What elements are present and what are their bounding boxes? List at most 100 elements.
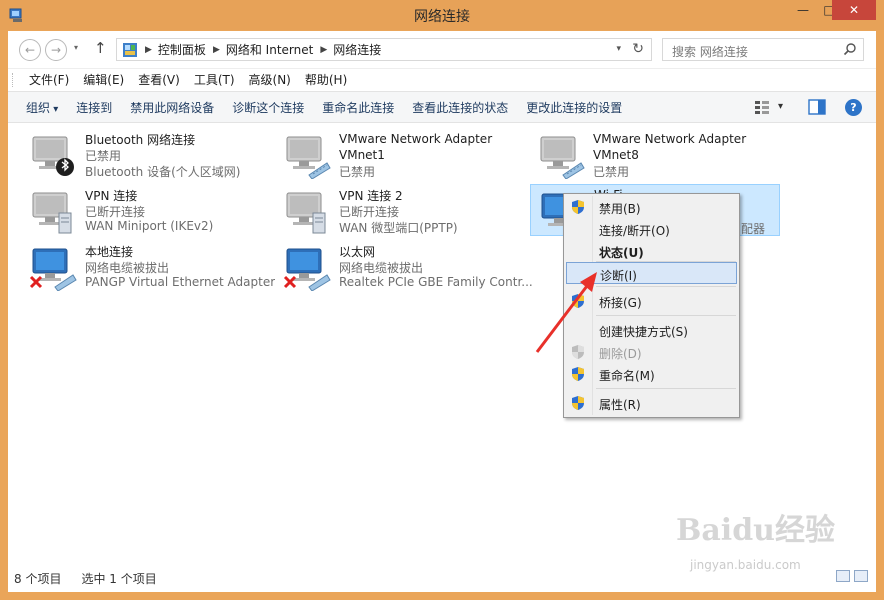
breadcrumb-separator[interactable]: ▶ xyxy=(145,45,152,55)
connection-status: 网络电缆被拔出 xyxy=(85,261,170,275)
connection-vmnet8[interactable]: VMware Network Adapter VMnet8 已禁用 xyxy=(530,128,780,180)
view-switcher xyxy=(836,570,868,582)
menu-delete[interactable]: 删除(D) xyxy=(566,341,737,363)
menu-create-shortcut[interactable]: 创建快捷方式(S) xyxy=(566,319,737,341)
connection-local[interactable]: 本地连接 网络电缆被拔出 PANGP Virtual Ethernet Adap… xyxy=(22,240,275,292)
item-count: 8 个项目 xyxy=(14,571,62,586)
refresh-button[interactable]: ↻ xyxy=(632,41,644,57)
connection-vpn[interactable]: VPN 连接 已断开连接 WAN Miniport (IKEv2) xyxy=(22,184,272,236)
menu-separator xyxy=(596,315,736,316)
menu-help[interactable]: 帮助(H) xyxy=(298,71,354,88)
connection-status: 已禁用 xyxy=(339,165,376,179)
menu-bar: 文件(F) 编辑(E) 查看(V) 工具(T) 高级(N) 帮助(H) xyxy=(8,68,876,90)
connections-list: Bluetooth 网络连接 已禁用 Bluetooth 设备(个人区域网) V… xyxy=(8,124,876,564)
change-view-icon[interactable] xyxy=(754,99,770,115)
breadcrumb-separator[interactable]: ▶ xyxy=(213,45,220,55)
search-input[interactable]: 搜索 网络连接 xyxy=(662,38,864,61)
menu-tools[interactable]: 工具(T) xyxy=(187,71,242,88)
uac-shield-icon xyxy=(572,396,584,410)
ethernet-adapter-icon xyxy=(286,136,331,179)
preview-pane-icon[interactable] xyxy=(808,99,826,115)
diagnose-connection-button[interactable]: 诊断这个连接 xyxy=(232,99,304,116)
title-bar[interactable]: 网络连接 — □ ✕ xyxy=(0,0,884,30)
menu-diagnose[interactable]: 诊断(I) xyxy=(566,262,737,284)
control-panel-icon xyxy=(123,42,137,57)
command-bar: 组织 连接到 禁用此网络设备 诊断这个连接 重命名此连接 查看此连接的状态 更改… xyxy=(8,91,876,123)
bluetooth-network-icon xyxy=(32,136,74,176)
menu-label: 诊断(I) xyxy=(600,269,637,283)
connection-bluetooth[interactable]: Bluetooth 网络连接 已禁用 Bluetooth 设备(个人区域网) xyxy=(22,128,272,180)
breadcrumb-network-internet[interactable]: 网络和 Internet xyxy=(226,41,313,58)
menu-bridge[interactable]: 桥接(G) xyxy=(566,290,737,312)
menu-edit[interactable]: 编辑(E) xyxy=(76,71,131,88)
connection-status: 已断开连接 xyxy=(339,205,400,219)
menu-properties[interactable]: 属性(R) xyxy=(566,392,737,414)
menu-advanced[interactable]: 高级(N) xyxy=(242,71,298,88)
menu-file[interactable]: 文件(F) xyxy=(22,71,76,88)
up-button[interactable]: ↑ xyxy=(94,39,107,57)
connection-status: 已禁用 xyxy=(593,165,630,179)
connection-vmnet1[interactable]: VMware Network Adapter VMnet1 已禁用 xyxy=(276,128,526,180)
recent-locations-button[interactable]: ▾ xyxy=(74,43,78,52)
navigation-row: ← → ▾ ↑ ▶ 控制面板 ▶ 网络和 Internet ▶ 网络连接 ▾ ↻ xyxy=(8,31,876,65)
connection-name: VPN 连接 xyxy=(85,189,138,203)
minimize-button[interactable]: — xyxy=(790,0,816,20)
connection-status: 已禁用 xyxy=(85,149,122,163)
context-menu: 禁用(B) 连接/断开(O) 状态(U) 诊断(I) 桥接(G) 创建快捷方式(… xyxy=(563,193,740,418)
explorer-window: 网络连接 — □ ✕ ← → ▾ ↑ ▶ 控制面板 ▶ 网络和 Internet… xyxy=(0,0,884,600)
menu-label: 状态(U) xyxy=(599,246,644,260)
connection-status: 网络电缆被拔出 xyxy=(339,261,424,275)
breadcrumb-separator[interactable]: ▶ xyxy=(320,45,327,55)
connection-name: VMware Network Adapter VMnet1 xyxy=(339,132,493,162)
connection-ethernet[interactable]: 以太网 网络电缆被拔出 Realtek PCIe GBE Family Cont… xyxy=(276,240,533,292)
details-view-icon[interactable] xyxy=(836,570,850,582)
menu-rename[interactable]: 重命名(M) xyxy=(566,363,737,385)
baidu-watermark: Baidu经验 xyxy=(676,513,835,548)
large-icons-view-icon[interactable] xyxy=(854,570,868,582)
connection-name: VPN 连接 2 xyxy=(339,189,403,203)
connection-device: Bluetooth 设备(个人区域网) xyxy=(85,165,241,179)
menu-view[interactable]: 查看(V) xyxy=(131,71,187,88)
ethernet-adapter-icon xyxy=(283,248,331,291)
connection-device: Realtek PCIe GBE Family Contr... xyxy=(339,275,533,289)
address-bar[interactable]: ▶ 控制面板 ▶ 网络和 Internet ▶ 网络连接 ▾ ↻ xyxy=(116,38,652,61)
vpn-icon xyxy=(32,192,72,234)
address-dropdown-button[interactable]: ▾ xyxy=(616,44,621,54)
breadcrumb-control-panel[interactable]: 控制面板 xyxy=(158,41,206,58)
forward-button[interactable]: → xyxy=(45,39,67,61)
menu-disable[interactable]: 禁用(B) xyxy=(566,196,737,218)
window-title: 网络连接 xyxy=(414,9,470,25)
disable-device-button[interactable]: 禁用此网络设备 xyxy=(130,99,214,116)
breadcrumb-network-connections[interactable]: 网络连接 xyxy=(333,41,381,58)
search-icon[interactable] xyxy=(843,42,857,56)
connection-name: 本地连接 xyxy=(85,245,134,259)
uac-shield-icon xyxy=(572,200,584,214)
uac-shield-icon xyxy=(572,345,584,359)
menu-connect-disconnect[interactable]: 连接/断开(O) xyxy=(566,218,737,240)
connection-device: WAN Miniport (IKEv2) xyxy=(85,219,214,233)
baidu-watermark-url: jingyan.baidu.com xyxy=(690,558,801,572)
vpn-icon xyxy=(286,192,326,234)
change-settings-button[interactable]: 更改此连接的设置 xyxy=(526,99,622,116)
connection-name: Bluetooth 网络连接 xyxy=(85,133,196,147)
close-button[interactable]: ✕ xyxy=(832,0,876,20)
menu-label: 属性(R) xyxy=(599,398,641,412)
menu-status[interactable]: 状态(U) xyxy=(566,240,737,262)
connection-vpn-2[interactable]: VPN 连接 2 已断开连接 WAN 微型端口(PPTP) xyxy=(276,184,526,236)
uac-shield-icon xyxy=(572,294,584,308)
menu-grip xyxy=(12,72,14,87)
organize-button[interactable]: 组织 xyxy=(26,99,58,116)
ethernet-adapter-icon xyxy=(540,136,585,179)
menu-label: 桥接(G) xyxy=(599,296,642,310)
connect-to-button[interactable]: 连接到 xyxy=(76,99,112,116)
view-options-dropdown[interactable]: ▾ xyxy=(778,101,783,112)
rename-connection-button[interactable]: 重命名此连接 xyxy=(322,99,394,116)
menu-separator xyxy=(596,388,736,389)
view-status-button[interactable]: 查看此连接的状态 xyxy=(412,99,508,116)
menu-label: 删除(D) xyxy=(599,347,642,361)
connection-device: 配器 xyxy=(741,222,766,236)
ethernet-adapter-icon xyxy=(29,248,77,291)
help-icon[interactable]: ? xyxy=(845,99,862,116)
selection-count: 选中 1 个项目 xyxy=(81,571,157,586)
back-button[interactable]: ← xyxy=(19,39,41,61)
